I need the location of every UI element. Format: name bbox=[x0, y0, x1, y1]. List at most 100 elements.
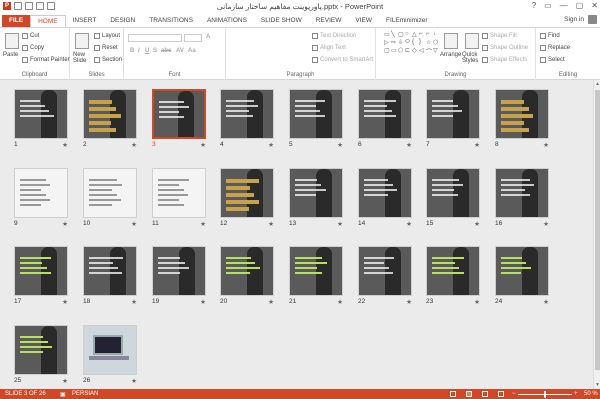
slide-thumbnail[interactable] bbox=[83, 168, 137, 218]
slide-transition-star-icon[interactable]: ★ bbox=[337, 298, 343, 306]
zoom-out-icon[interactable]: − bbox=[512, 391, 516, 397]
italic-button[interactable]: I bbox=[138, 48, 140, 54]
shape-option-icon[interactable]: ▭ bbox=[384, 31, 391, 39]
slide-thumbnail[interactable] bbox=[14, 89, 68, 139]
slide-transition-star-icon[interactable]: ★ bbox=[474, 298, 480, 306]
tab-insert[interactable]: INSERT bbox=[66, 15, 104, 27]
tab-review[interactable]: REVIEW bbox=[309, 15, 349, 27]
shape-option-icon[interactable]: ▽ bbox=[433, 47, 440, 55]
slide-transition-star-icon[interactable]: ★ bbox=[543, 141, 549, 149]
slide-thumbnail-item[interactable]: 2 ★ bbox=[83, 89, 137, 149]
slide-transition-star-icon[interactable]: ★ bbox=[543, 298, 549, 306]
shape-fill-button[interactable]: Shape Fill bbox=[482, 33, 517, 39]
slide-thumbnail[interactable] bbox=[358, 246, 412, 296]
shapes-gallery[interactable]: ▭ ╲ ▢ ○ △ ⌐ ⌐ ↓ ▷ ⇨ ⇩ ⬭{} ☆ ⬡ ▢ ▭ ⬠ ⊏ ◇ ◁ ⌒ ▽ bbox=[384, 31, 440, 65]
shape-option-icon[interactable]: ▢ bbox=[384, 47, 391, 55]
section-button[interactable]: Section bbox=[94, 57, 122, 63]
spellcheck-icon[interactable]: ▣ bbox=[60, 391, 66, 398]
tab-home[interactable]: HOME bbox=[30, 15, 66, 27]
slide-transition-star-icon[interactable]: ★ bbox=[406, 141, 412, 149]
slide-thumbnail[interactable] bbox=[289, 246, 343, 296]
shape-option-icon[interactable]: ╲ bbox=[391, 31, 398, 39]
quick-styles-button[interactable]: Quick Styles bbox=[462, 52, 480, 64]
language-status[interactable]: PERSIAN bbox=[72, 391, 98, 397]
slide-thumbnail-item[interactable]: 6 ★ bbox=[358, 89, 412, 149]
slide-thumbnail-item[interactable]: 25 ★ bbox=[14, 325, 68, 385]
scroll-up-icon[interactable]: ▲ bbox=[594, 81, 600, 87]
quick-styles-icon[interactable] bbox=[465, 33, 479, 49]
slide-transition-star-icon[interactable]: ★ bbox=[62, 220, 68, 228]
slide-thumbnail[interactable] bbox=[358, 89, 412, 139]
slide-transition-star-icon[interactable]: ★ bbox=[131, 377, 137, 385]
slide-thumbnail-item[interactable]: 16 ★ bbox=[495, 168, 549, 228]
tab-view[interactable]: VIEW bbox=[348, 15, 379, 27]
slide-thumbnail-item[interactable]: 11 ★ bbox=[152, 168, 206, 228]
shape-option-icon[interactable]: { bbox=[412, 39, 419, 47]
layout-button[interactable]: Layout bbox=[94, 33, 120, 39]
slide-thumbnail-item[interactable]: 23 ★ bbox=[426, 246, 480, 306]
convert-smartart-button[interactable]: Convert to SmartArt bbox=[312, 57, 373, 63]
paste-button[interactable]: Paste bbox=[3, 52, 18, 58]
shape-option-icon[interactable]: ⇨ bbox=[391, 39, 398, 47]
slide-transition-star-icon[interactable]: ★ bbox=[406, 298, 412, 306]
close-icon[interactable]: ✕ bbox=[591, 1, 598, 10]
slide-transition-star-icon[interactable]: ★ bbox=[268, 220, 274, 228]
tab-design[interactable]: DESIGN bbox=[103, 15, 142, 27]
underline-button[interactable]: U bbox=[145, 48, 149, 54]
slide-thumbnail[interactable] bbox=[358, 168, 412, 218]
slide-thumbnail[interactable] bbox=[152, 89, 206, 139]
slide-thumbnail[interactable] bbox=[152, 168, 206, 218]
text-shadow-button[interactable]: S bbox=[153, 48, 157, 54]
reset-button[interactable]: Reset bbox=[94, 45, 118, 51]
slide-transition-star-icon[interactable]: ★ bbox=[337, 220, 343, 228]
shape-option-icon[interactable]: ⬡ bbox=[433, 39, 440, 47]
slide-thumbnail[interactable] bbox=[426, 168, 480, 218]
slide-thumbnail[interactable] bbox=[426, 89, 480, 139]
shape-option-icon[interactable]: ○ bbox=[405, 31, 412, 39]
ribbon-display-icon[interactable]: ▭ bbox=[544, 1, 552, 10]
shape-option-icon[interactable]: ◇ bbox=[412, 47, 419, 55]
slide-thumbnail-item[interactable]: 5 ★ bbox=[289, 89, 343, 149]
slide-transition-star-icon[interactable]: ★ bbox=[200, 298, 206, 306]
slide-transition-star-icon[interactable]: ★ bbox=[268, 298, 274, 306]
arrange-button[interactable]: Arrange bbox=[440, 52, 461, 58]
minimize-icon[interactable]: — bbox=[560, 1, 568, 10]
cut-button[interactable]: Cut bbox=[22, 33, 39, 39]
list-buttons-row[interactable] bbox=[232, 34, 312, 42]
slide-thumbnail[interactable] bbox=[220, 89, 274, 139]
slide-sorter-view-icon[interactable] bbox=[466, 391, 472, 397]
tab-slide-show[interactable]: SLIDE SHOW bbox=[254, 15, 309, 27]
new-slide-icon[interactable] bbox=[75, 33, 89, 49]
slide-transition-star-icon[interactable]: ★ bbox=[200, 141, 206, 149]
reading-view-icon[interactable] bbox=[482, 391, 488, 397]
zoom-level[interactable]: 50 % bbox=[584, 391, 598, 397]
zoom-slider-handle[interactable] bbox=[544, 391, 546, 398]
slide-thumbnail[interactable] bbox=[83, 246, 137, 296]
slide-thumbnail-item[interactable]: 15 ★ bbox=[426, 168, 480, 228]
slide-thumbnail[interactable] bbox=[14, 325, 68, 375]
shape-option-icon[interactable]: ▭ bbox=[391, 47, 398, 55]
slide-transition-star-icon[interactable]: ★ bbox=[200, 220, 206, 228]
shape-option-icon[interactable]: ⬠ bbox=[398, 47, 405, 55]
slide-transition-star-icon[interactable]: ★ bbox=[62, 298, 68, 306]
sign-in-link[interactable]: Sign in bbox=[564, 16, 584, 23]
shape-option-icon[interactable]: ☆ bbox=[426, 39, 433, 47]
shape-option-icon[interactable]: ⌐ bbox=[426, 31, 433, 39]
new-slide-button[interactable]: New Slide bbox=[73, 52, 93, 64]
slide-transition-star-icon[interactable]: ★ bbox=[337, 141, 343, 149]
tab-fileminimizer[interactable]: FILEminimizer bbox=[379, 15, 435, 27]
shape-option-icon[interactable]: △ bbox=[412, 31, 419, 39]
character-spacing-button[interactable]: AV bbox=[176, 48, 184, 54]
slide-thumbnail-item[interactable]: 7 ★ bbox=[426, 89, 480, 149]
slide-thumbnail[interactable] bbox=[289, 89, 343, 139]
normal-view-icon[interactable] bbox=[450, 391, 456, 397]
slide-transition-star-icon[interactable]: ★ bbox=[62, 377, 68, 385]
shape-option-icon[interactable]: ▢ bbox=[398, 31, 405, 39]
font-name-dropdown[interactable] bbox=[128, 34, 182, 42]
slide-thumbnail[interactable] bbox=[220, 168, 274, 218]
slide-thumbnail[interactable] bbox=[83, 89, 137, 139]
slide-thumbnail-item[interactable]: 21 ★ bbox=[289, 246, 343, 306]
slide-count-status[interactable]: SLIDE 3 OF 26 bbox=[5, 391, 46, 397]
tab-file[interactable]: FILE bbox=[2, 15, 31, 27]
replace-button[interactable]: Replace bbox=[540, 45, 570, 51]
